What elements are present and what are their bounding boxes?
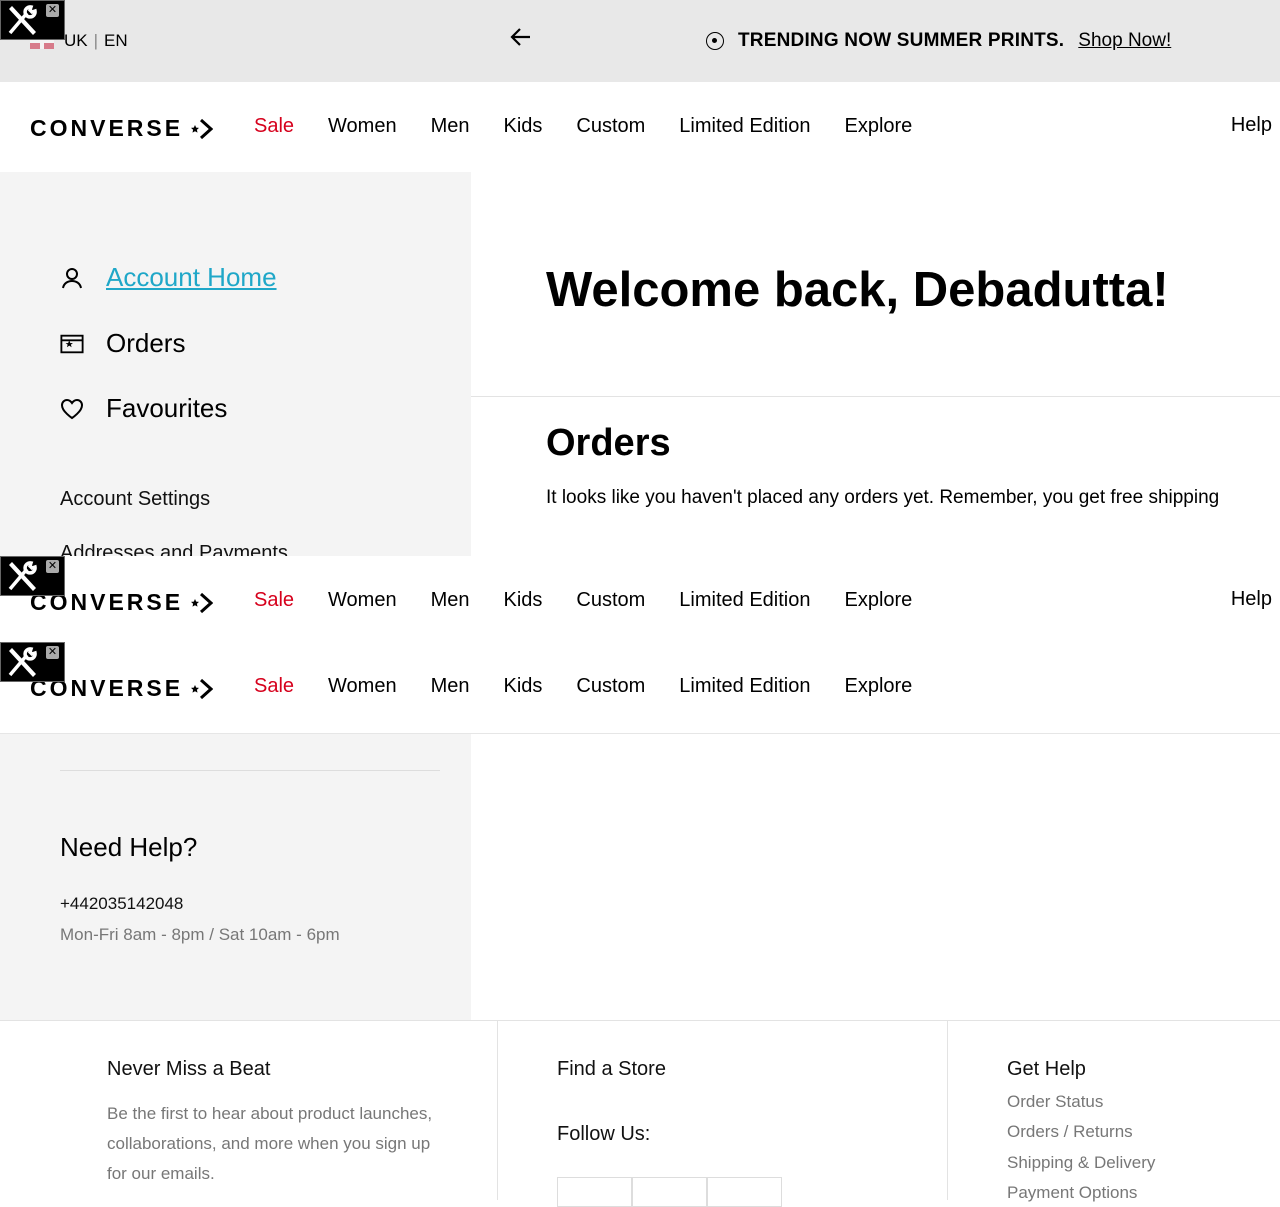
sticky-header: CONVERSE Sale Women Men Kids Custom Limi… (0, 556, 1280, 646)
newsletter-text: Be the first to hear about product launc… (107, 1104, 433, 1183)
footer-divider (947, 1021, 948, 1200)
need-help-heading: Need Help? (60, 832, 198, 862)
nav-men[interactable]: Men (431, 115, 470, 138)
footer-link-shipping-delivery[interactable]: Shipping & Delivery (1007, 1153, 1155, 1173)
footer-link-payment-options[interactable]: Payment Options (1007, 1183, 1137, 1203)
help-link[interactable]: Help (1231, 588, 1272, 611)
tools-icon (5, 559, 41, 593)
shop-now-link[interactable]: Shop Now! (1078, 30, 1171, 52)
close-icon[interactable]: ✕ (46, 560, 59, 573)
sidebar-item-orders[interactable]: Orders (60, 328, 185, 359)
sidebar-item-label: Orders (106, 328, 186, 358)
nav-explore[interactable]: Explore (844, 675, 912, 698)
devtools-widget[interactable]: ✕ (0, 0, 65, 40)
site-header: CONVERSE Sale Women Men Kids Custom Limi… (0, 82, 1280, 172)
nav-explore[interactable]: Explore (844, 115, 912, 138)
social-button[interactable] (632, 1177, 707, 1207)
orders-heading: Orders (546, 422, 671, 464)
footer-link-orders-returns[interactable]: Orders / Returns (1007, 1122, 1133, 1142)
nav-kids[interactable]: Kids (503, 115, 542, 138)
sidebar-item-account-settings[interactable]: Account Settings (60, 488, 210, 511)
arrow-left-icon[interactable] (508, 24, 534, 50)
site-footer: Never Miss a Beat Be the first to hear a… (0, 1020, 1280, 1207)
sidebar-item-account-home[interactable]: Account Home (60, 262, 277, 293)
support-hours: Mon-Fri 8am - 8pm / Sat 10am - 6pm (60, 925, 340, 944)
nav-women[interactable]: Women (328, 675, 397, 698)
nav-custom[interactable]: Custom (576, 589, 645, 612)
nav-custom[interactable]: Custom (576, 115, 645, 138)
get-help-heading: Get Help (1007, 1058, 1086, 1080)
main-nav: Sale Women Men Kids Custom Limited Editi… (254, 589, 912, 612)
find-store-link[interactable]: Find a Store (557, 1058, 666, 1081)
tools-icon (5, 3, 41, 37)
star-chevron-icon (189, 678, 214, 700)
promo-message: TRENDING NOW SUMMER PRINTS. Shop Now! (706, 30, 1171, 52)
nav-men[interactable]: Men (431, 589, 470, 612)
nav-women[interactable]: Women (328, 115, 397, 138)
tools-icon (5, 645, 41, 679)
footer-divider (497, 1021, 498, 1200)
nav-custom[interactable]: Custom (576, 675, 645, 698)
locale-separator: | (93, 31, 99, 50)
sidebar-item-label: Favourites (106, 393, 228, 423)
sidebar-divider (60, 770, 440, 771)
nav-kids[interactable]: Kids (503, 589, 542, 612)
orders-empty-message: It looks like you haven't placed any ord… (546, 487, 1220, 508)
follow-us-heading: Follow Us: (557, 1123, 651, 1145)
newsletter-heading: Never Miss a Beat (107, 1058, 271, 1080)
close-icon[interactable]: ✕ (46, 4, 59, 17)
nav-sale[interactable]: Sale (254, 115, 294, 138)
box-icon (60, 333, 84, 355)
locale-country: UK (64, 31, 88, 50)
social-button[interactable] (557, 1177, 632, 1207)
promo-headline: TRENDING NOW SUMMER PRINTS. (738, 30, 1065, 51)
nav-explore[interactable]: Explore (844, 589, 912, 612)
sticky-header-secondary: CONVERSE Sale Women Men Kids Custom Limi… (0, 642, 1280, 734)
devtools-widget[interactable]: ✕ (0, 556, 65, 596)
promo-bar: UK | EN TRENDING NOW SUMMER PRINTS. Shop… (0, 0, 1280, 82)
sidebar-item-addresses[interactable]: Addresses and Payments (60, 542, 288, 556)
social-button[interactable] (707, 1177, 782, 1207)
nav-kids[interactable]: Kids (503, 675, 542, 698)
target-icon (706, 32, 724, 50)
nav-men[interactable]: Men (431, 675, 470, 698)
star-chevron-icon (189, 592, 214, 614)
sidebar-item-favourites[interactable]: Favourites (60, 393, 227, 424)
help-link[interactable]: Help (1231, 114, 1272, 137)
logo-text: CONVERSE (30, 115, 184, 141)
nav-limited-edition[interactable]: Limited Edition (679, 675, 810, 698)
user-icon (60, 267, 84, 289)
locale-language: EN (104, 31, 128, 50)
account-sidebar: Account Home Orders Favourites Account S… (0, 172, 471, 556)
star-chevron-icon (189, 118, 214, 140)
footer-link-order-status[interactable]: Order Status (1007, 1092, 1103, 1112)
nav-sale[interactable]: Sale (254, 675, 294, 698)
nav-limited-edition[interactable]: Limited Edition (679, 589, 810, 612)
converse-logo[interactable]: CONVERSE (30, 115, 214, 142)
close-icon[interactable]: ✕ (46, 646, 59, 659)
nav-sale[interactable]: Sale (254, 589, 294, 612)
page-title: Welcome back, Debadutta! (546, 263, 1169, 317)
social-links (557, 1177, 782, 1207)
heart-icon (60, 398, 84, 420)
support-phone[interactable]: +442035142048 (60, 894, 183, 914)
devtools-widget[interactable]: ✕ (0, 642, 65, 682)
sidebar-item-label: Account Home (106, 262, 277, 292)
main-nav: Sale Women Men Kids Custom Limited Editi… (254, 675, 912, 698)
main-nav: Sale Women Men Kids Custom Limited Editi… (254, 115, 912, 138)
help-sidebar: Need Help? +442035142048 Mon-Fri 8am - 8… (0, 734, 471, 1020)
section-divider (471, 396, 1280, 397)
nav-women[interactable]: Women (328, 589, 397, 612)
nav-limited-edition[interactable]: Limited Edition (679, 115, 810, 138)
